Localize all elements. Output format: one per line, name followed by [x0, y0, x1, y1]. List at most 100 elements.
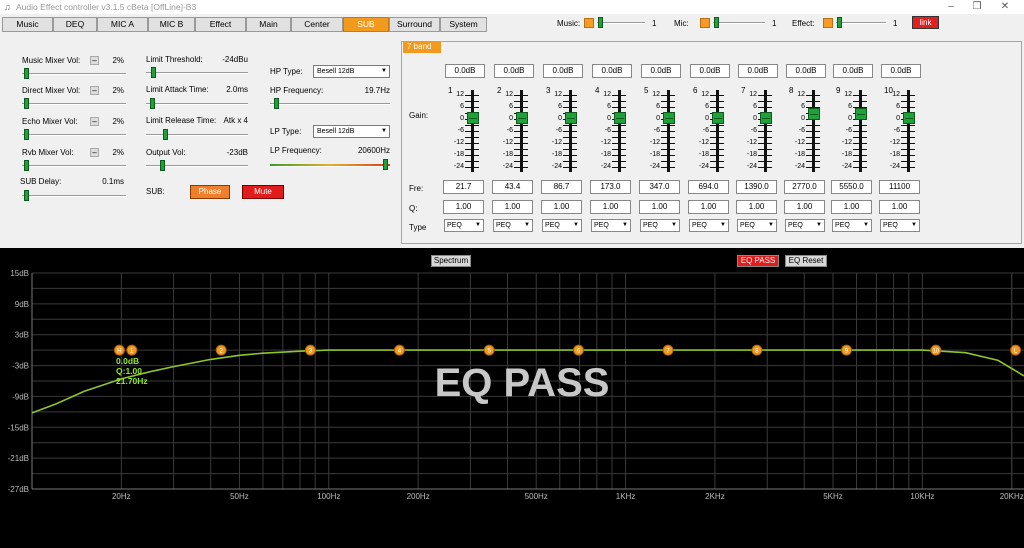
band-scale-label: -18	[841, 151, 852, 158]
band-7-gain-slider[interactable]	[760, 112, 772, 124]
band-6-gain-slider[interactable]	[712, 112, 724, 124]
band-10-q-input[interactable]: 1.00	[879, 200, 920, 214]
band-3-gain-slider[interactable]	[565, 112, 577, 124]
band-7-gain-track	[764, 90, 767, 172]
limit-threshold-slider[interactable]	[146, 67, 248, 79]
tab-center[interactable]: Center	[291, 17, 343, 32]
band-2-type-select[interactable]: PEQ ▼	[493, 219, 533, 232]
band-7-type-select[interactable]: PEQ ▼	[737, 219, 777, 232]
minimize-icon[interactable]: –	[938, 0, 964, 14]
band-10-type-select[interactable]: PEQ ▼	[880, 219, 920, 232]
direct-mixer-minus-button[interactable]: –	[90, 86, 99, 95]
band-3-gain-track	[569, 90, 572, 172]
sub-delay-slider[interactable]	[22, 190, 126, 202]
mute-button[interactable]: Mute	[242, 185, 284, 199]
band-5-freq-input[interactable]: 347.0	[639, 180, 680, 194]
band-8-gain-slider[interactable]	[808, 108, 820, 120]
music-slider[interactable]	[597, 17, 645, 29]
mic-label: Mic:	[674, 19, 689, 28]
band-10-freq-input[interactable]: 11100	[879, 180, 920, 194]
hp-frequency-slider[interactable]	[270, 98, 390, 110]
band-scale-label: 12	[505, 91, 513, 98]
band-6-type-select[interactable]: PEQ ▼	[689, 219, 729, 232]
mic-slider[interactable]	[713, 17, 765, 29]
band-8-q-input[interactable]: 1.00	[784, 200, 825, 214]
band-scale-label: -12	[841, 139, 852, 146]
rvb-mixer-minus-button[interactable]: –	[90, 148, 99, 157]
tab-music[interactable]: Music	[2, 17, 53, 32]
band-scale-label: 12	[749, 91, 757, 98]
band-1-type-select[interactable]: PEQ ▼	[444, 219, 484, 232]
title-bar: ♫ Audio Effect controller v3.1.5 cBeta […	[0, 0, 1024, 14]
band-3-q-input[interactable]: 1.00	[541, 200, 582, 214]
tab-surround[interactable]: Surround	[389, 17, 440, 32]
band-2-gain-track	[520, 90, 523, 172]
hp-type-select[interactable]: Besell 12dB ▼	[313, 65, 390, 78]
lp-frequency-slider[interactable]	[270, 159, 390, 171]
close-icon[interactable]: ✕	[992, 0, 1018, 14]
band-7-q-input[interactable]: 1.00	[736, 200, 777, 214]
echo-mixer-minus-button[interactable]: –	[90, 117, 99, 126]
band-6-q-input[interactable]: 1.00	[688, 200, 729, 214]
music-mixer-slider[interactable]	[22, 68, 126, 80]
band-9-q-input[interactable]: 1.00	[831, 200, 872, 214]
band-8-type-select[interactable]: PEQ ▼	[785, 219, 825, 232]
band-2-q-input[interactable]: 1.00	[492, 200, 533, 214]
band-9-gain-slider[interactable]	[855, 108, 867, 120]
band-4-freq-input[interactable]: 173.0	[590, 180, 631, 194]
tab-effect[interactable]: Effect	[195, 17, 246, 32]
chevron-down-icon: ▼	[863, 222, 869, 228]
band-2-type-value: PEQ	[496, 222, 511, 229]
rvb-mixer-slider[interactable]	[22, 160, 126, 172]
band-scale-label: -24	[502, 163, 513, 170]
band-5-q-input[interactable]: 1.00	[639, 200, 680, 214]
effect-slider[interactable]	[836, 17, 886, 29]
music-indicator	[584, 18, 594, 28]
tab-mic-b[interactable]: MIC B	[148, 17, 195, 32]
hp-type-value: Besell 12dB	[317, 68, 355, 75]
output-vol-label: Output Vol:	[146, 148, 186, 157]
band-4-q-input[interactable]: 1.00	[590, 200, 631, 214]
lp-type-select[interactable]: Besell 12dB ▼	[313, 125, 390, 138]
band-4-gain-slider[interactable]	[614, 112, 626, 124]
band-7-freq-input[interactable]: 1390.0	[736, 180, 777, 194]
direct-mixer-value: 2%	[112, 86, 124, 95]
band-2-freq-input[interactable]: 43.4	[492, 180, 533, 194]
link-button[interactable]: link	[912, 16, 939, 29]
tab-sub[interactable]: SUB	[343, 17, 389, 32]
band-10-gain-display: 0.0dB	[881, 64, 921, 78]
band-9-type-select[interactable]: PEQ ▼	[832, 219, 872, 232]
phase-button[interactable]: Phase	[190, 185, 230, 199]
y-tick-label: -15dB	[8, 423, 29, 432]
band-scale-label: -6	[798, 127, 805, 134]
music-mixer-minus-button[interactable]: –	[90, 56, 99, 65]
band-3-freq-input[interactable]: 86.7	[541, 180, 582, 194]
band-scale-label: -6	[555, 127, 562, 134]
tab-main[interactable]: Main	[246, 17, 291, 32]
band-2-gain-slider[interactable]	[516, 112, 528, 124]
tab-deq[interactable]: DEQ	[53, 17, 97, 32]
restore-icon[interactable]: ❐	[964, 0, 990, 14]
band-1-freq-input[interactable]: 21.7	[443, 180, 484, 194]
limit-attack-slider[interactable]	[146, 98, 248, 110]
output-vol-slider[interactable]	[146, 160, 248, 172]
band-3-type-select[interactable]: PEQ ▼	[542, 219, 582, 232]
band-6-freq-input[interactable]: 694.0	[688, 180, 729, 194]
limit-release-slider[interactable]	[146, 129, 248, 141]
echo-mixer-slider[interactable]	[22, 129, 126, 141]
tab-system[interactable]: System	[440, 17, 487, 32]
band-1-gain-display: 0.0dB	[445, 64, 485, 78]
band-5-gain-display: 0.0dB	[641, 64, 681, 78]
band-1-q-input[interactable]: 1.00	[443, 200, 484, 214]
band-1-gain-slider[interactable]	[467, 112, 479, 124]
band-9-freq-input[interactable]: 5550.0	[831, 180, 872, 194]
band-5-type-select[interactable]: PEQ ▼	[640, 219, 680, 232]
band-5-gain-slider[interactable]	[663, 112, 675, 124]
direct-mixer-slider[interactable]	[22, 98, 126, 110]
band-8-freq-input[interactable]: 2770.0	[784, 180, 825, 194]
band-10-gain-slider[interactable]	[903, 112, 915, 124]
tab-mic-a[interactable]: MIC A	[97, 17, 148, 32]
band-4-type-select[interactable]: PEQ ▼	[591, 219, 631, 232]
band-scale-label: 12	[603, 91, 611, 98]
direct-mixer-label: Direct Mixer Vol:	[22, 86, 81, 95]
